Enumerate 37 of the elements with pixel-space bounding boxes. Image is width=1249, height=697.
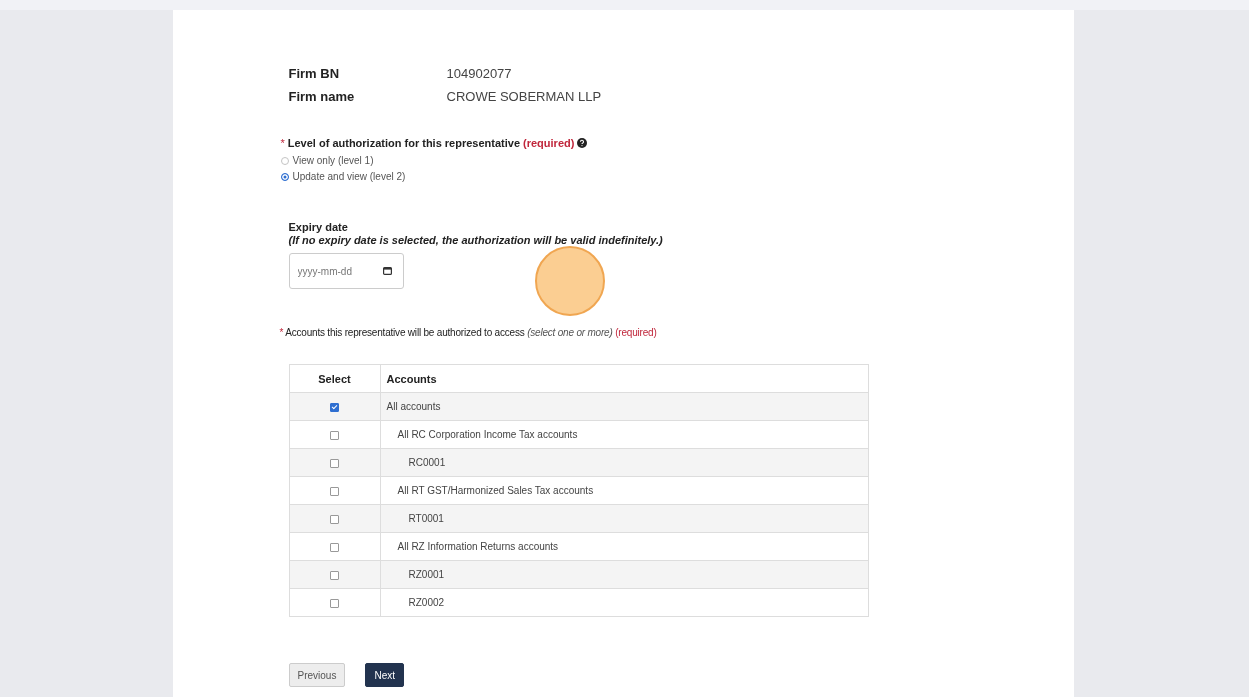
field-value: CROWE SOBERMAN LLP xyxy=(446,89,603,104)
field-label: Firm BN xyxy=(288,66,341,81)
help-icon[interactable] xyxy=(577,138,588,148)
checkbox[interactable] xyxy=(330,542,339,552)
question-label: Level of authorization for this representative xyxy=(287,137,521,149)
account-label: RC0001 xyxy=(407,457,446,468)
date-field[interactable]: yyyy-mm-dd xyxy=(288,253,404,289)
checkbox[interactable] xyxy=(330,514,339,524)
accounts-question: * Accounts this representative will be authorized to access (select one or more) (required) xyxy=(279,327,657,338)
account-label: All RC Corporation Income Tax accounts xyxy=(396,429,578,440)
radio-label: Update and view (level 2) xyxy=(292,171,406,182)
required-text: (required) xyxy=(523,137,575,149)
radio-button[interactable] xyxy=(280,156,289,165)
checkbox[interactable] xyxy=(330,430,339,440)
field-label: Firm name xyxy=(288,89,356,104)
checkbox[interactable] xyxy=(330,486,339,496)
calendar-icon[interactable] xyxy=(382,267,392,275)
column-header: Select xyxy=(289,364,380,393)
field-value: 104902077 xyxy=(446,66,513,81)
account-label: All accounts xyxy=(386,401,441,412)
account-label: RT0001 xyxy=(407,513,444,524)
radio-label: View only (level 1) xyxy=(292,155,374,166)
account-label: RZ0002 xyxy=(407,597,445,608)
checkbox[interactable] xyxy=(330,598,339,608)
account-label: All RZ Information Returns accounts xyxy=(396,541,559,552)
column-header: Accounts xyxy=(380,364,868,393)
checkbox[interactable] xyxy=(330,570,339,580)
required-mark: * xyxy=(280,137,285,149)
account-label: All RT GST/Harmonized Sales Tax accounts xyxy=(396,485,594,496)
expiry-note: (If no expiry date is selected, the authorization will be valid indefinitely.) xyxy=(288,234,664,246)
radio-button[interactable] xyxy=(280,172,289,181)
field-label: Expiry date xyxy=(288,221,349,233)
next-button[interactable]: Next xyxy=(365,663,404,687)
previous-button[interactable]: Previous xyxy=(288,663,346,687)
account-label: RZ0001 xyxy=(407,569,445,580)
checkbox[interactable] xyxy=(330,458,339,468)
checkbox[interactable] xyxy=(330,402,339,412)
